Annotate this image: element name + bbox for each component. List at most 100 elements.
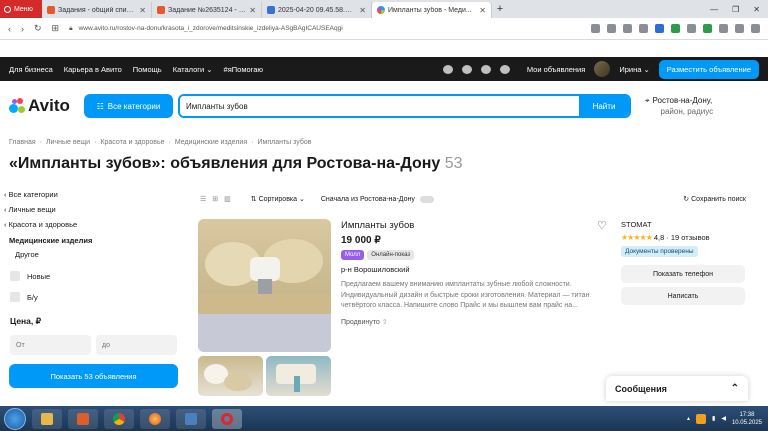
chevron-up-icon[interactable]: ⌃ — [731, 383, 739, 394]
all-categories-button[interactable]: ☷ Все категории — [84, 94, 173, 118]
maximize-icon[interactable]: ❐ — [732, 5, 739, 14]
start-button[interactable] — [4, 407, 26, 430]
extension-icon[interactable] — [623, 24, 632, 33]
browser-tab[interactable]: Задание №2635124 - про... ✕ — [152, 2, 262, 18]
location-radius: район, радиус — [660, 107, 714, 116]
tray-arrow-icon[interactable]: ▴ — [687, 415, 690, 422]
extension-icon[interactable] — [671, 24, 680, 33]
price-from-input[interactable] — [10, 335, 91, 355]
back-icon[interactable]: ‹ — [8, 24, 11, 34]
taskbar-opera[interactable] — [212, 408, 242, 429]
tray-app-icon[interactable] — [696, 413, 707, 424]
url-text: www.avito.ru/rostov-na-donu/krasota_i_zd… — [78, 25, 343, 32]
browser-tab[interactable]: Задания - общий список ... ✕ — [42, 2, 152, 18]
checkbox-box[interactable] — [10, 292, 20, 302]
checkbox-box[interactable] — [10, 271, 20, 281]
breadcrumb-item[interactable]: Главная — [9, 139, 36, 146]
listing-title[interactable]: Импланты зубов — [341, 220, 611, 231]
messages-widget[interactable]: Сообщения ⌃ — [606, 376, 748, 401]
show-results-button[interactable]: Показать 53 объявления — [9, 364, 178, 388]
extension-icon[interactable] — [687, 24, 696, 33]
favorite-heart-icon[interactable]: ♡ — [597, 219, 607, 232]
cart-icon[interactable] — [499, 64, 510, 74]
listing-thumbnail[interactable] — [198, 356, 263, 396]
location-selector[interactable]: ⌖ Ростов-на-Дону, район, радиус — [645, 95, 713, 117]
taskbar-app[interactable] — [176, 408, 206, 429]
show-phone-button[interactable]: Показать телефон — [621, 265, 745, 283]
post-ad-button[interactable]: Разместить объявление — [658, 59, 759, 79]
sidebar-link-all-categories[interactable]: ‹ Все категории — [4, 190, 184, 199]
tabs-grid-icon[interactable]: ⊞ — [52, 23, 60, 34]
price-to-input[interactable] — [96, 335, 177, 355]
messages-chat-icon[interactable] — [480, 64, 491, 74]
checkbox-new[interactable]: Новые — [10, 271, 184, 281]
breadcrumb-item[interactable]: Красота и здоровье — [100, 139, 164, 146]
nav-link-business[interactable]: Для бизнеса — [9, 65, 53, 74]
nav-link-catalogs[interactable]: Каталоги ⌄ — [173, 65, 213, 74]
taskbar-explorer[interactable] — [32, 408, 62, 429]
nav-link-career[interactable]: Карьера в Авито — [64, 65, 122, 74]
chrome-icon — [113, 412, 125, 425]
sidebar-item-other[interactable]: Другое — [15, 250, 184, 259]
avatar[interactable] — [594, 61, 611, 77]
breadcrumb-item[interactable]: Медицинские изделия — [175, 139, 247, 146]
site-header: Avito ☷ Все категории Найти ⌖ Ростов-на-… — [9, 92, 759, 120]
extension-icon[interactable] — [719, 24, 728, 33]
my-ads-link[interactable]: Мои объявления — [527, 65, 586, 74]
user-menu[interactable]: Ирина ⌄ — [619, 65, 649, 74]
list-view-icon[interactable]: ☰ — [200, 195, 206, 203]
close-icon[interactable]: ✕ — [249, 6, 256, 15]
new-tab-button[interactable]: + — [492, 3, 508, 15]
extension-icon[interactable] — [639, 24, 648, 33]
search-button[interactable]: Найти — [579, 96, 629, 116]
volume-icon[interactable]: ◀ — [721, 415, 726, 422]
listing-thumbnail[interactable] — [266, 356, 331, 396]
checkbox-used[interactable]: Б/у — [10, 292, 184, 302]
taskbar-media[interactable] — [68, 408, 98, 429]
favorites-heart-icon[interactable] — [442, 64, 453, 74]
forward-icon[interactable]: › — [21, 24, 24, 34]
extension-icon[interactable] — [703, 24, 712, 33]
sidebar-link-personal[interactable]: ‹ Личные вещи — [4, 205, 184, 214]
toggle-switch[interactable] — [419, 195, 434, 203]
breadcrumb-item[interactable]: Личные вещи — [46, 139, 90, 146]
sidebar-link-beauty[interactable]: ‹ Красота и здоровье — [4, 220, 184, 229]
minimize-icon[interactable]: — — [710, 5, 718, 14]
listing-district: р-н Ворошиловский — [341, 265, 410, 274]
browser-menu-button[interactable]: Меню — [0, 0, 42, 18]
notifications-bell-icon[interactable] — [461, 64, 472, 74]
close-icon[interactable]: ✕ — [479, 6, 486, 15]
network-icon[interactable]: ▮ — [712, 415, 715, 422]
save-search-button[interactable]: ↻ Сохранить поиск — [683, 195, 746, 203]
sort-dropdown[interactable]: ⇅ Сортировка ⌄ — [251, 195, 305, 203]
write-message-button[interactable]: Написать — [621, 287, 745, 305]
clock[interactable]: 17:38 10.05.2025 — [732, 411, 762, 427]
grid-view-icon[interactable]: ⊞ — [212, 195, 218, 203]
browser-tab-active[interactable]: Импланты зубов - Меди... ✕ — [372, 2, 492, 18]
implant-thumbnail-image — [276, 364, 316, 392]
search-input[interactable] — [180, 96, 579, 116]
url-field[interactable]: 🔒︎ www.avito.ru/rostov-na-donu/krasota_i… — [69, 21, 449, 36]
close-icon[interactable]: ✕ — [359, 6, 366, 15]
breadcrumb-item[interactable]: Импланты зубов — [257, 139, 311, 146]
close-window-icon[interactable]: ✕ — [753, 5, 760, 14]
nav-link-ya-pomogayu[interactable]: #яПомогаю — [224, 65, 264, 74]
close-icon[interactable]: ✕ — [139, 6, 146, 15]
taskbar-firefox[interactable] — [140, 408, 170, 429]
reviews-count[interactable]: · 19 отзывов — [666, 233, 709, 242]
seller-name[interactable]: STOMAT — [621, 220, 745, 229]
listing-photo[interactable] — [198, 219, 331, 352]
taskbar-chrome[interactable] — [104, 408, 134, 429]
extension-icon[interactable] — [591, 24, 600, 33]
local-first-toggle[interactable]: Сначала из Ростова-на-Дону — [321, 195, 434, 203]
extension-icon[interactable] — [607, 24, 616, 33]
reload-icon[interactable]: ↻ — [34, 23, 42, 34]
map-view-icon[interactable]: ▥ — [224, 195, 231, 203]
extension-icon[interactable] — [751, 24, 760, 33]
nav-link-help[interactable]: Помощь — [133, 65, 162, 74]
extension-icon[interactable] — [735, 24, 744, 33]
sort-label: Сортировка — [258, 196, 298, 203]
extension-icon[interactable] — [655, 24, 664, 33]
browser-tab[interactable]: 2025-04-20 09.45.58.PNG... ✕ — [262, 2, 372, 18]
avito-logo[interactable]: Avito — [9, 96, 84, 116]
